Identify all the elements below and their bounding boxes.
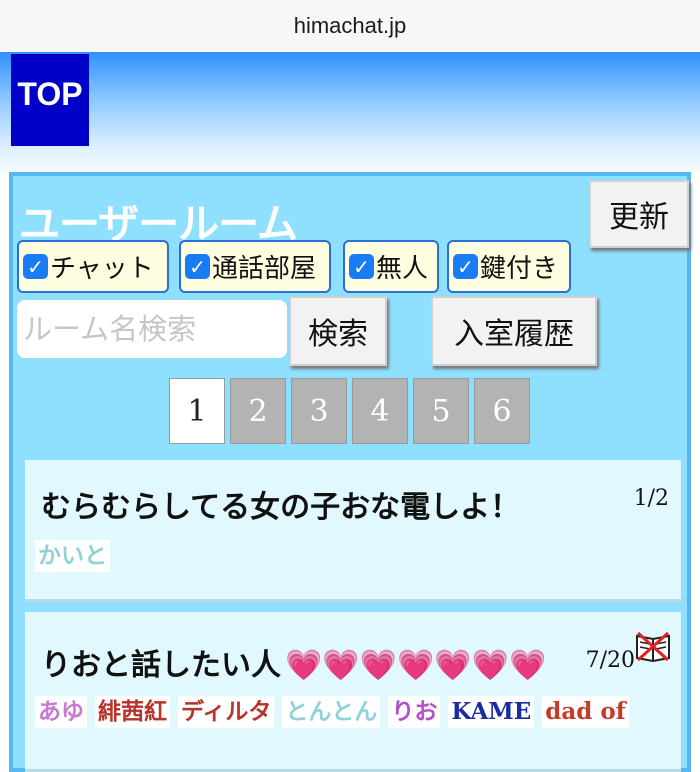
user-name[interactable]: とんとん <box>282 696 381 728</box>
room-title-text: りおと話したい人 <box>41 648 281 683</box>
filter-label: 鍵付き <box>480 254 559 284</box>
room-users: あゆ 緋茜紅 ディルタ とんとん りお KAME dad of <box>35 696 629 728</box>
user-name[interactable]: ディルタ <box>178 696 275 728</box>
page-1[interactable]: 1 <box>169 378 225 444</box>
browser-url-bar[interactable]: himachat.jp <box>0 0 700 52</box>
refresh-button[interactable]: 更新 <box>589 180 689 248</box>
room-member-count: 7/20 <box>585 648 635 673</box>
checkbox-checked-icon[interactable]: ✓ <box>185 254 210 279</box>
room-member-count: 1/2 <box>633 486 669 511</box>
room-title: りおと話したい人 💗💗💗💗💗💗💗 <box>41 640 546 684</box>
page-3[interactable]: 3 <box>291 378 347 444</box>
checkbox-checked-icon[interactable]: ✓ <box>453 254 478 279</box>
filter-call-room[interactable]: ✓ 通話部屋 <box>179 240 331 293</box>
filter-label: 無人 <box>376 254 429 284</box>
room-title: むらむらしてる女の子おな電しよ！ <box>41 490 521 525</box>
top-button[interactable]: TOP <box>11 54 89 146</box>
filter-chat[interactable]: ✓ チャット <box>17 240 169 293</box>
user-name[interactable]: KAME <box>448 696 535 728</box>
user-name[interactable]: 緋茜紅 <box>95 696 170 728</box>
heart-emojis: 💗💗💗💗💗💗💗 <box>285 648 547 683</box>
page-2[interactable]: 2 <box>230 378 286 444</box>
user-room-panel: ユーザールーム 更新 ✓ チャット ✓ 通話部屋 ✓ 無人 ✓ 鍵付き 検索 入… <box>9 172 691 772</box>
site-header: TOP <box>0 52 700 172</box>
page-4[interactable]: 4 <box>352 378 408 444</box>
user-name[interactable]: あゆ <box>35 696 87 728</box>
user-name[interactable]: りお <box>388 696 441 728</box>
page-5[interactable]: 5 <box>413 378 469 444</box>
room-item[interactable]: りおと話したい人 💗💗💗💗💗💗💗 7/20 あゆ 緋茜紅 ディルタ とんとん りお… <box>25 612 681 772</box>
search-button[interactable]: 検索 <box>289 296 387 366</box>
pagination: 1 2 3 4 5 6 <box>169 378 535 444</box>
checkbox-checked-icon[interactable]: ✓ <box>349 254 374 279</box>
room-users: かいと <box>35 540 110 572</box>
room-search-input[interactable] <box>17 300 287 358</box>
url-text: himachat.jp <box>293 13 407 38</box>
user-name[interactable]: dad of <box>542 696 629 728</box>
page-6[interactable]: 6 <box>474 378 530 444</box>
filter-label: 通話部屋 <box>212 254 317 284</box>
room-item[interactable]: むらむらしてる女の子おな電しよ！ 1/2 かいと <box>25 460 681 602</box>
filter-label: チャット <box>50 254 154 284</box>
user-name[interactable]: かいと <box>35 540 110 572</box>
entry-history-button[interactable]: 入室履歴 <box>431 296 597 366</box>
filter-locked[interactable]: ✓ 鍵付き <box>447 240 571 293</box>
filter-empty[interactable]: ✓ 無人 <box>343 240 439 293</box>
no-book-icon <box>636 631 670 662</box>
checkbox-checked-icon[interactable]: ✓ <box>23 254 48 279</box>
